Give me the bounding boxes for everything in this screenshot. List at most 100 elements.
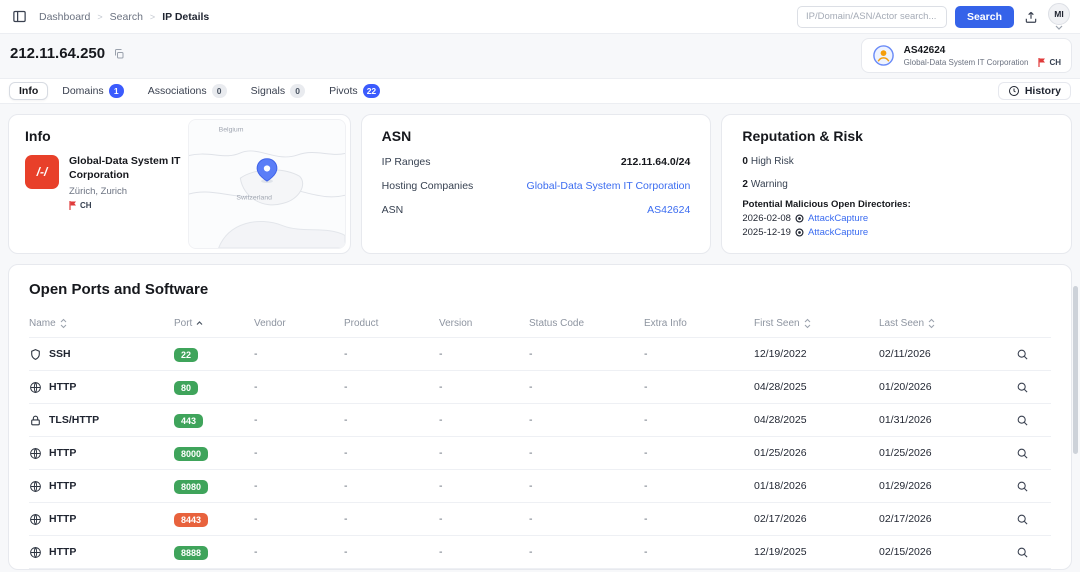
entry-source-link[interactable]: AttackCapture <box>808 227 868 238</box>
column-header-port[interactable]: Port <box>174 318 254 329</box>
reputation-entry: 2026-02-08AttackCapture <box>742 213 1051 224</box>
ip-address: 212.11.64.250 <box>10 45 105 62</box>
row-search-button[interactable] <box>1013 378 1032 397</box>
port-badge: 8888 <box>174 546 208 560</box>
asn-org-name: Global-Data System IT Corporation <box>904 58 1029 67</box>
flag-icon <box>69 201 77 210</box>
row-search-button[interactable] <box>1013 510 1032 529</box>
row-actions <box>994 543 1051 562</box>
history-button[interactable]: History <box>998 82 1071 100</box>
sort-icon <box>804 318 811 329</box>
search-icon <box>1016 546 1029 559</box>
tab-signals[interactable]: Signals0 <box>241 81 315 101</box>
asn-row-label: Hosting Companies <box>382 180 474 192</box>
column-label: Product <box>344 318 378 329</box>
port-name: HTTP <box>49 546 76 558</box>
copy-ip-button[interactable] <box>111 46 127 62</box>
port-name-cell: HTTP <box>29 381 174 394</box>
asn-row-value: 212.11.64.0/24 <box>621 156 691 168</box>
row-search-button[interactable] <box>1013 444 1032 463</box>
export-button[interactable] <box>1022 8 1040 26</box>
avatar[interactable]: MI <box>1048 3 1070 25</box>
tab-domains[interactable]: Domains1 <box>52 81 133 101</box>
column-label: Last Seen <box>879 318 924 329</box>
search-icon <box>1016 414 1029 427</box>
entry-source-link[interactable]: AttackCapture <box>808 213 868 224</box>
country-code: CH <box>1049 58 1061 67</box>
column-label: Name <box>29 318 56 329</box>
port-name: HTTP <box>49 447 76 459</box>
asn-row-value-link[interactable]: Global-Data System IT Corporation <box>527 180 691 192</box>
org-name: Global-Data System IT Corporation <box>69 155 181 182</box>
port-name-cell: HTTP <box>29 546 174 559</box>
table-row: HTTP8080-----01/18/202601/29/2026 <box>29 470 1051 503</box>
column-header-vendor[interactable]: Vendor <box>254 318 344 329</box>
row-search-button[interactable] <box>1013 345 1032 364</box>
ports-table-header: Name PortVendorProduct Version Status CodeE… <box>29 310 1051 338</box>
high-risk-label: High Risk <box>751 156 794 167</box>
tab-label: Associations <box>148 85 207 97</box>
sidebar-toggle-button[interactable] <box>10 7 29 26</box>
search-icon <box>1016 480 1029 493</box>
column-header-extra-info[interactable]: Extra Info <box>644 318 754 329</box>
search-button[interactable]: Search <box>955 6 1014 28</box>
column-label: First Seen <box>754 318 800 329</box>
status-code-cell: - <box>529 447 644 459</box>
extra-info-cell: - <box>644 480 754 492</box>
asn-summary-card[interactable]: AS42624 Global-Data System IT Corporatio… <box>861 38 1072 73</box>
tab-pivots[interactable]: Pivots22 <box>319 81 390 101</box>
vendor-cell: - <box>254 447 344 459</box>
row-search-button[interactable] <box>1013 477 1032 496</box>
globe-icon <box>29 381 42 394</box>
reputation-card: Reputation & Risk 0High Risk 2Warning Po… <box>721 114 1072 254</box>
column-header-first-seen[interactable]: First Seen <box>754 318 879 329</box>
column-header-last-seen[interactable]: Last Seen <box>879 318 994 329</box>
last-seen-cell: 01/20/2026 <box>879 381 994 393</box>
port-name-cell: HTTP <box>29 513 174 526</box>
product-cell: - <box>344 513 439 525</box>
tab-info[interactable]: Info <box>9 82 48 100</box>
last-seen-cell: 01/25/2026 <box>879 447 994 459</box>
asn-summary-text: AS42624 Global-Data System IT Corporatio… <box>904 45 1061 67</box>
tab-associations[interactable]: Associations0 <box>138 81 237 101</box>
search-icon <box>1016 447 1029 460</box>
location-map[interactable]: Belgium Switzerland <box>188 119 346 249</box>
user-menu[interactable]: MI <box>1048 3 1070 30</box>
port-name: HTTP <box>49 480 76 492</box>
product-cell: - <box>344 414 439 426</box>
search-input[interactable] <box>797 6 947 28</box>
row-search-button[interactable] <box>1013 543 1032 562</box>
column-header-product[interactable]: Product <box>344 318 439 329</box>
row-actions <box>994 477 1051 496</box>
ip-details-page: Dashboard > Search > IP Details Search M… <box>0 0 1080 572</box>
search-icon <box>1016 348 1029 361</box>
port-name: SSH <box>49 348 71 360</box>
history-label: History <box>1025 85 1061 97</box>
column-header-version[interactable]: Version <box>439 318 529 329</box>
history-clock-icon <box>1008 85 1020 97</box>
column-header-status-code[interactable]: Status Code <box>529 318 644 329</box>
port-cell: 8080 <box>174 477 254 495</box>
asn-row-label: ASN <box>382 204 404 216</box>
tab-label: Info <box>19 85 38 97</box>
version-cell: - <box>439 513 529 525</box>
column-label: Version <box>439 318 472 329</box>
asn-row-value-link[interactable]: AS42624 <box>647 204 690 216</box>
version-cell: - <box>439 447 529 459</box>
summary-cards: Info /-/ Global-Data System IT Corporati… <box>0 104 1080 254</box>
vertical-scrollbar[interactable] <box>1073 286 1078 454</box>
version-cell: - <box>439 348 529 360</box>
column-label: Extra Info <box>644 318 687 329</box>
row-search-button[interactable] <box>1013 411 1032 430</box>
breadcrumb-separator: > <box>97 12 102 22</box>
status-code-cell: - <box>529 381 644 393</box>
tab-label: Pivots <box>329 85 358 97</box>
org-location: Zürich, Zurich <box>69 186 181 197</box>
tab-badge: 0 <box>290 84 305 98</box>
breadcrumb-item-dashboard[interactable]: Dashboard <box>39 11 90 23</box>
vendor-cell: - <box>254 414 344 426</box>
breadcrumb-item-search[interactable]: Search <box>110 11 143 23</box>
port-name-cell: HTTP <box>29 480 174 493</box>
column-header-name[interactable]: Name <box>29 318 174 329</box>
globe-icon <box>29 513 42 526</box>
